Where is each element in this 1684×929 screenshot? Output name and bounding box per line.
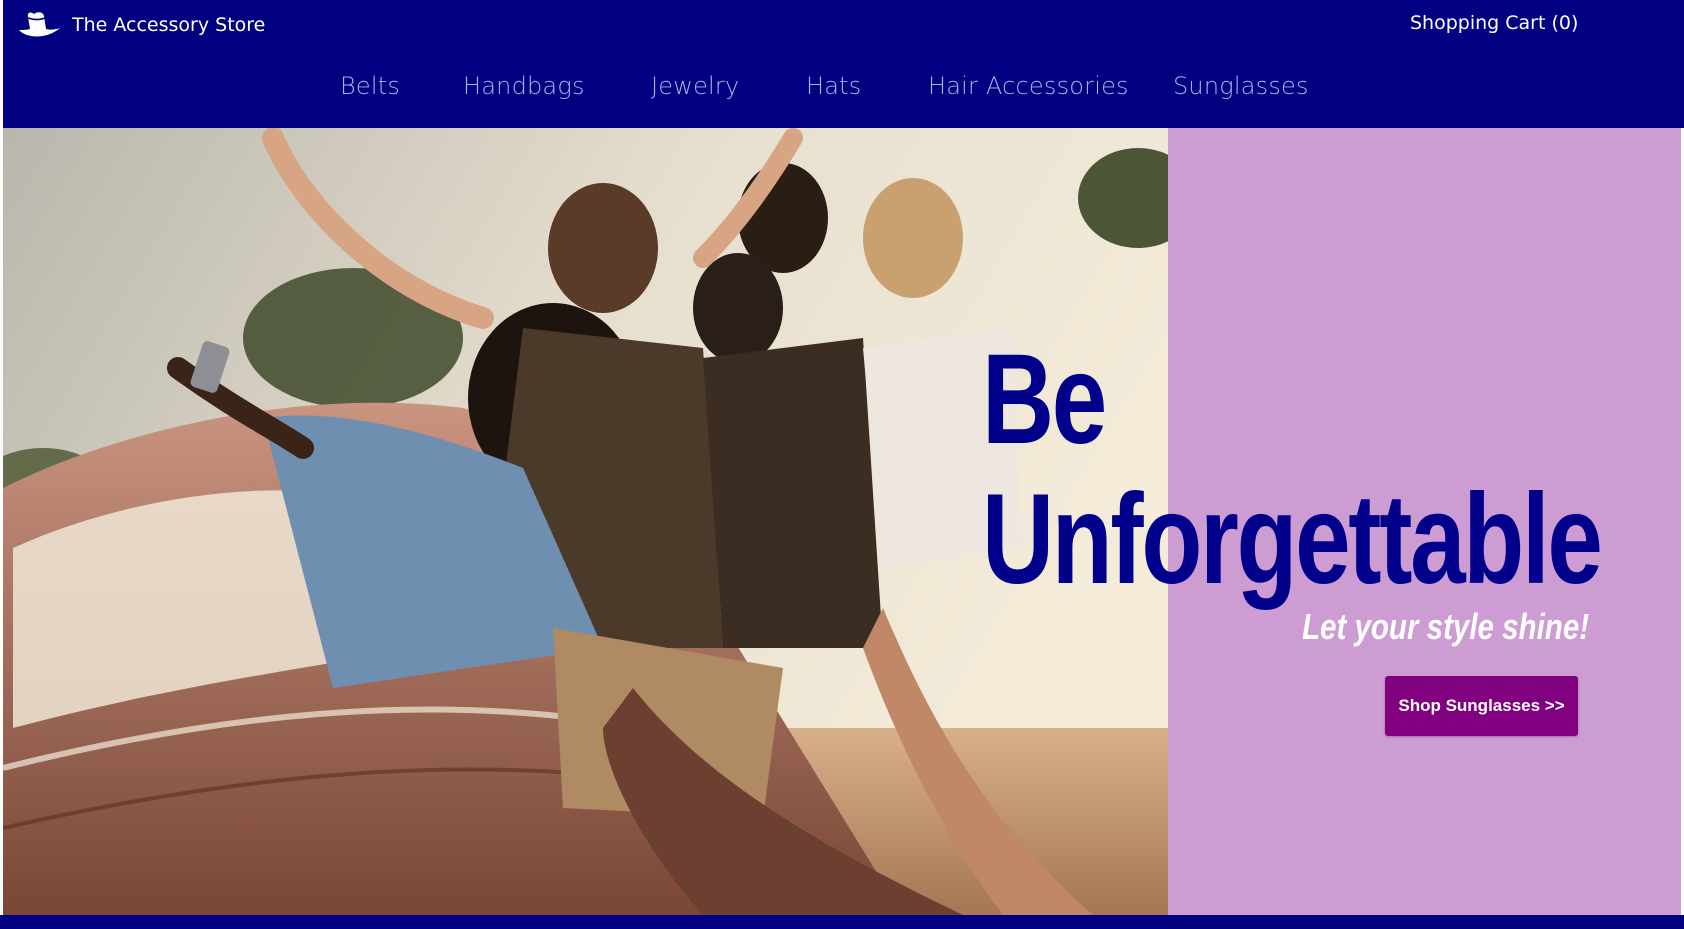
- shop-sunglasses-button[interactable]: Shop Sunglasses >>: [1385, 676, 1578, 736]
- shopping-cart-link[interactable]: Shopping Cart (0): [1410, 12, 1578, 34]
- main-nav: Belts Handbags Jewelry Hats Hair Accesso…: [3, 72, 1684, 104]
- site-header: The Accessory Store Shopping Cart (0) Be…: [3, 0, 1684, 128]
- nav-item-hair-accessories[interactable]: Hair Accessories: [928, 72, 1129, 100]
- nav-item-hats[interactable]: Hats: [806, 72, 861, 100]
- nav-item-handbags[interactable]: Handbags: [463, 72, 585, 100]
- hero-headline: Be Unforgettable: [982, 328, 1603, 611]
- brand-name: The Accessory Store: [72, 14, 266, 36]
- footer-bar: [0, 915, 1684, 929]
- hero-tagline: Let your style shine!: [1302, 606, 1590, 647]
- nav-item-jewelry[interactable]: Jewelry: [651, 72, 739, 100]
- nav-item-sunglasses[interactable]: Sunglasses: [1173, 72, 1309, 100]
- brand-link[interactable]: The Accessory Store: [16, 8, 265, 42]
- headline-line-2: Unforgettable: [982, 468, 1603, 611]
- nav-item-belts[interactable]: Belts: [340, 72, 400, 100]
- hat-icon: [16, 8, 62, 42]
- headline-line-1: Be: [982, 328, 1107, 471]
